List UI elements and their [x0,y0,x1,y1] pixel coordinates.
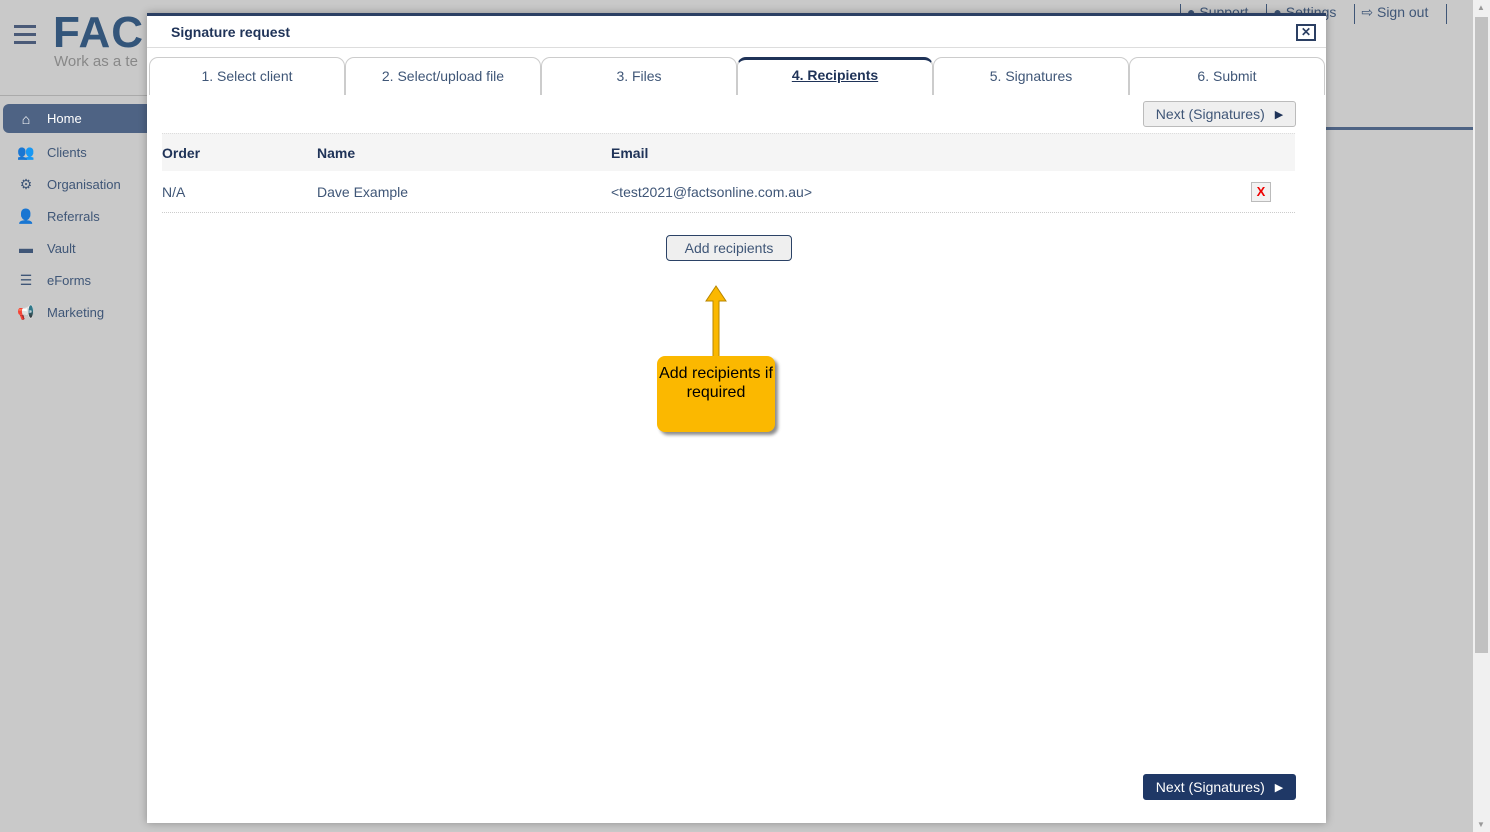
sidebar-item-label: Vault [47,240,76,256]
wizard-tabs: 1. Select client 2. Select/upload file 3… [149,57,1325,95]
logo: FAC [53,8,144,57]
megaphone-icon: 📢 [17,303,35,320]
next-signatures-button[interactable]: Next (Signatures) ▶ [1143,101,1296,127]
sidebar-item-vault[interactable]: ▬ Vault [3,232,153,264]
users-cog-icon: ⚙ [19,175,33,192]
close-icon[interactable]: ✕ [1296,24,1316,41]
scrollbar[interactable]: ▲ ▼ [1473,0,1490,832]
tab-recipients[interactable]: 4. Recipients [737,57,933,95]
column-header-email: Email [611,144,649,161]
sidebar-item-label: Clients [47,144,87,160]
divider [1446,4,1448,24]
sidebar-item-label: Organisation [47,176,121,192]
scroll-up-icon[interactable]: ▲ [1477,3,1485,12]
sidebar-item-referrals[interactable]: 👤 Referrals [3,200,153,232]
sidebar: ⌂ Home 👥 Clients ⚙ Organisation 👤 Referrals … [3,104,153,328]
caret-right-icon: ▶ [1274,781,1284,794]
sidebar-item-clients[interactable]: 👥 Clients [3,136,153,168]
signout-link[interactable]: ⇨ Sign out [1354,4,1446,24]
sidebar-item-home[interactable]: ⌂ Home [3,104,153,133]
background-divider [1326,127,1473,130]
sidebar-item-label: Marketing [47,304,105,320]
column-header-order: Order [162,144,201,161]
list-icon: ☰ [19,271,33,288]
recipients-table: Order Name Email N/A Dave Example <test2… [162,133,1295,213]
add-recipients-button[interactable]: Add recipients [666,235,792,261]
tab-files[interactable]: 3. Files [541,57,737,95]
signature-request-dialog: Signature request ✕ 1. Select client 2. … [147,13,1326,823]
tab-signatures[interactable]: 5. Signatures [933,57,1129,95]
sidebar-item-label: eForms [47,272,92,288]
caret-right-icon: ▶ [1274,108,1284,121]
table-header: Order Name Email [162,133,1295,171]
divider [0,95,147,96]
user-friends-icon: 👤 [17,207,35,224]
signout-icon: ⇨ [1361,4,1374,20]
sidebar-item-label: Home [47,111,82,126]
next-signatures-button-bottom[interactable]: Next (Signatures) ▶ [1143,774,1296,800]
sidebar-item-organisation[interactable]: ⚙ Organisation [3,168,153,200]
sidebar-item-eforms[interactable]: ☰ eForms [3,264,153,296]
name-cell: Dave Example [317,183,409,200]
scroll-down-icon[interactable]: ▼ [1477,820,1485,829]
sidebar-item-marketing[interactable]: 📢 Marketing [3,296,153,328]
sidebar-item-label: Referrals [47,208,100,224]
delete-recipient-button[interactable]: X [1251,182,1271,202]
tab-select-client[interactable]: 1. Select client [149,57,345,95]
users-icon: 👥 [17,143,35,160]
tab-select-upload-file[interactable]: 2. Select/upload file [345,57,541,95]
home-icon: ⌂ [21,110,31,127]
scrollbar-thumb[interactable] [1475,17,1488,653]
column-header-name: Name [317,144,356,161]
menu-icon[interactable] [14,25,36,49]
dialog-title: Signature request [171,23,291,40]
tab-submit[interactable]: 6. Submit [1129,57,1325,95]
table-row: N/A Dave Example <test2021@factsonline.c… [162,171,1295,213]
callout-arrow-icon [705,285,727,359]
callout-note: Add recipients if required [657,356,775,432]
archive-icon: ▬ [19,240,33,256]
tagline: Work as a te [54,53,138,70]
email-cell: <test2021@factsonline.com.au> [611,183,813,200]
order-cell: N/A [162,183,186,200]
